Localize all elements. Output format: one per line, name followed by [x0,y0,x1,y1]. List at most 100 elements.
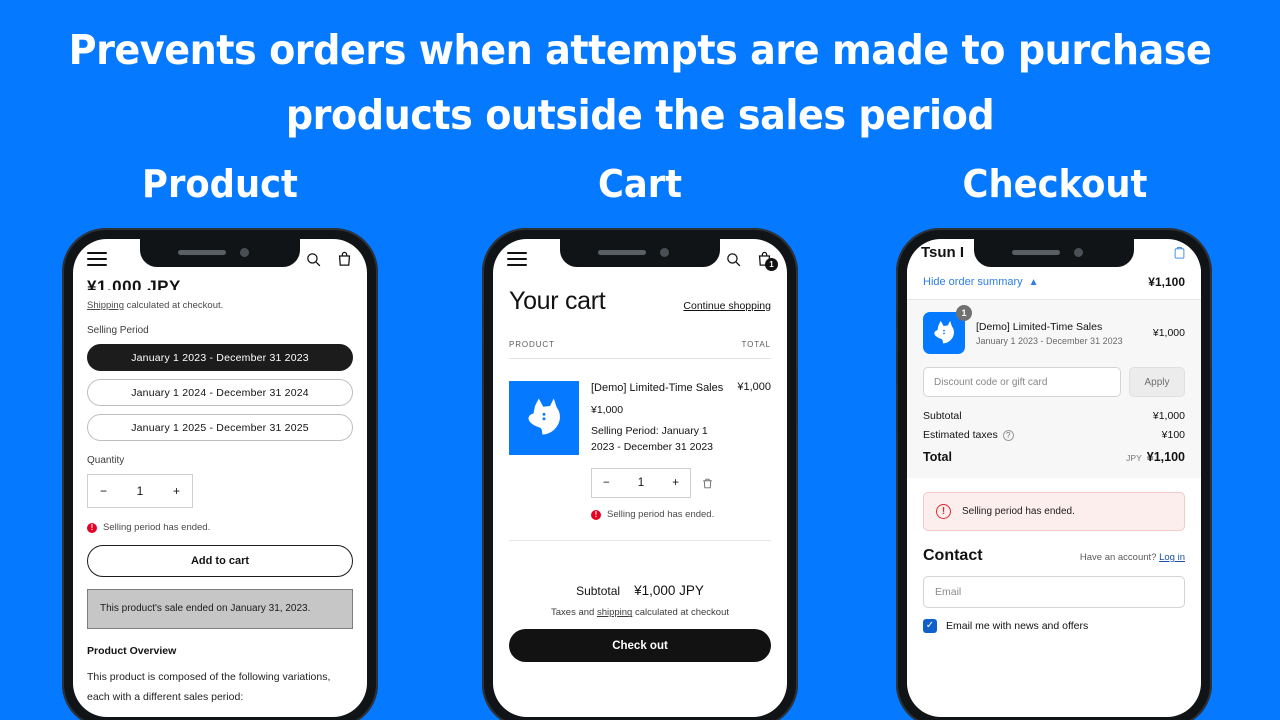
variant-option-2-label: January 1 2024 - December 31 2024 [131,386,309,399]
checkout-item-name: [Demo] Limited-Time Sales [976,320,1103,333]
quantity-stepper[interactable]: − 1 + [87,474,193,508]
phone-notch [974,239,1134,267]
product-thumbnail[interactable] [509,381,579,455]
quantity-increase-button[interactable]: + [173,484,180,498]
headline-line-2: products outside the sales period [285,90,995,139]
phone-power-button [796,368,798,424]
cart-title: Your cart [509,287,606,315]
product-error-text: Selling period has ended. [103,522,211,533]
variant-option-1-label: January 1 2023 - December 31 2023 [131,351,309,364]
log-in-link[interactable]: Log in [1159,552,1185,563]
store-name: Tsun I [921,243,965,261]
order-summary-toggle[interactable]: Hide order summary ▲ ¥1,100 [907,265,1201,300]
info-icon[interactable]: ? [1002,429,1014,441]
divider [509,540,771,542]
hamburger-icon[interactable] [507,248,527,270]
order-totals: Subtotal ¥1,000 Estimated taxes ? ¥100 T… [923,410,1185,464]
quantity-decrease-button[interactable]: − [100,484,107,498]
continue-shopping-link[interactable]: Continue shopping [683,300,771,316]
checkout-error-banner: ! Selling period has ended. [923,492,1185,531]
notch-speaker [1012,250,1060,255]
cart-item-name[interactable]: [Demo] Limited-Time Sales [591,381,725,397]
cart-item-price: ¥1,000 [591,403,624,416]
checkout-button[interactable]: Check out [509,629,771,663]
apply-discount-button[interactable]: Apply [1129,367,1185,397]
hide-order-summary-label: Hide order summary [923,276,1023,288]
product-overview-text: This product is composed of the followin… [87,671,331,704]
cart-icon[interactable] [336,251,353,268]
check-icon[interactable]: ✓ [923,619,937,633]
search-icon[interactable] [725,251,742,268]
cart-count-badge: 1 [765,257,778,271]
shipping-link[interactable]: Shipping [87,300,124,311]
discount-code-input[interactable]: Discount code or gift card [923,367,1121,397]
product-overview-title: Product Overview [87,645,177,657]
alert-circle-icon: ! [936,504,951,519]
phone-notch [560,239,720,267]
order-summary-amount: ¥1,100 [1148,275,1185,289]
checkout-button-label: Check out [612,639,668,652]
chevron-up-icon: ▲ [1028,276,1039,288]
divider [509,358,771,359]
cart-line-item: [Demo] Limited-Time Sales ¥1,000 Selling… [509,381,771,455]
notch-speaker [178,250,226,255]
cart-column-headers: PRODUCT TOTAL [509,340,771,349]
phone-mockup-product: ¥1,000 JPY Shipping calculated at checko… [62,228,378,720]
headline: Prevents orders when attempts are made t… [45,18,1235,148]
cart-error-message: ! Selling period has ended. [591,509,771,520]
phone-mockup-checkout: Tsun I Hide order summary ▲ ¥1,100 1 [De… [896,228,1212,720]
cart-tax-note: Taxes and shipping calculated at checkou… [509,607,771,618]
sale-ended-notice-text: This product's sale ended on January 31,… [100,603,311,614]
checkout-line-item: 1 [Demo] Limited-Time Sales January 1 20… [923,305,1185,354]
trash-icon[interactable] [701,477,714,490]
variant-option-2[interactable]: January 1 2024 - December 31 2024 [87,379,353,406]
notch-camera [660,248,669,257]
variant-option-3[interactable]: January 1 2025 - December 31 2025 [87,414,353,441]
email-field[interactable]: Email [923,576,1185,608]
discount-row: Discount code or gift card Apply [923,367,1185,397]
bag-icon[interactable] [1172,245,1187,260]
subtotal-value: ¥1,000 [1152,410,1185,422]
estimated-taxes-row: Estimated taxes ? ¥100 [923,429,1185,441]
contact-heading: Contact [923,547,983,564]
subtotal-label: Subtotal [923,410,962,422]
apply-button-label: Apply [1144,376,1170,388]
variant-option-1[interactable]: January 1 2023 - December 31 2023 [87,344,353,371]
phone-mockup-cart: 1 Your cart Continue shopping PRODUCT TO… [482,228,798,720]
checkout-item-variant: January 1 2023 - December 31 2023 [976,335,1123,346]
item-quantity-badge: 1 [956,305,972,321]
phone-volume-up [896,348,898,386]
promo-banner: Prevents orders when attempts are made t… [0,0,1280,720]
search-icon[interactable] [305,251,322,268]
phone-volume-up [482,348,484,386]
discount-code-placeholder: Discount code or gift card [934,376,1048,388]
shipping-link[interactable]: shipping [597,607,632,618]
cart-icon[interactable]: 1 [756,251,778,271]
shipping-note-rest: calculated at checkout. [123,300,224,311]
caption-product: Product [142,162,298,206]
error-dot-icon: ! [87,522,97,533]
cart-quantity-decrease-button[interactable]: − [603,477,610,489]
newsletter-checkbox-row[interactable]: ✓ Email me with news and offers [923,619,1185,633]
cart-quantity-value: 1 [637,477,645,490]
cart-quantity-increase-button[interactable]: + [672,477,679,489]
product-error-message: ! Selling period has ended. [87,522,353,533]
selling-period-label: Selling Period [87,325,149,336]
dog-logo-icon [528,398,560,435]
tax-note-post: calculated at checkout [632,607,729,619]
quantity-label: Quantity [87,455,125,466]
estimated-taxes-label: Estimated taxes [923,429,998,441]
hamburger-icon[interactable] [87,248,107,270]
headline-line-1: Prevents orders when attempts are made t… [68,26,1212,74]
add-to-cart-button[interactable]: Add to cart [87,545,353,577]
contact-section-header: Contact Have an account? Log in [923,547,1185,565]
caption-checkout: Checkout [962,162,1148,206]
dog-logo-icon [934,320,954,344]
phone-mute-switch [62,306,64,328]
email-placeholder: Email [935,586,962,598]
product-body: ¥1,000 JPY Shipping calculated at checko… [73,277,367,708]
total-currency: JPY [1126,453,1142,463]
cart-quantity-stepper[interactable]: − 1 + [591,468,691,499]
subtotal-row: Subtotal ¥1,000 [923,410,1185,422]
cart-body: Your cart Continue shopping PRODUCT TOTA… [493,287,787,663]
